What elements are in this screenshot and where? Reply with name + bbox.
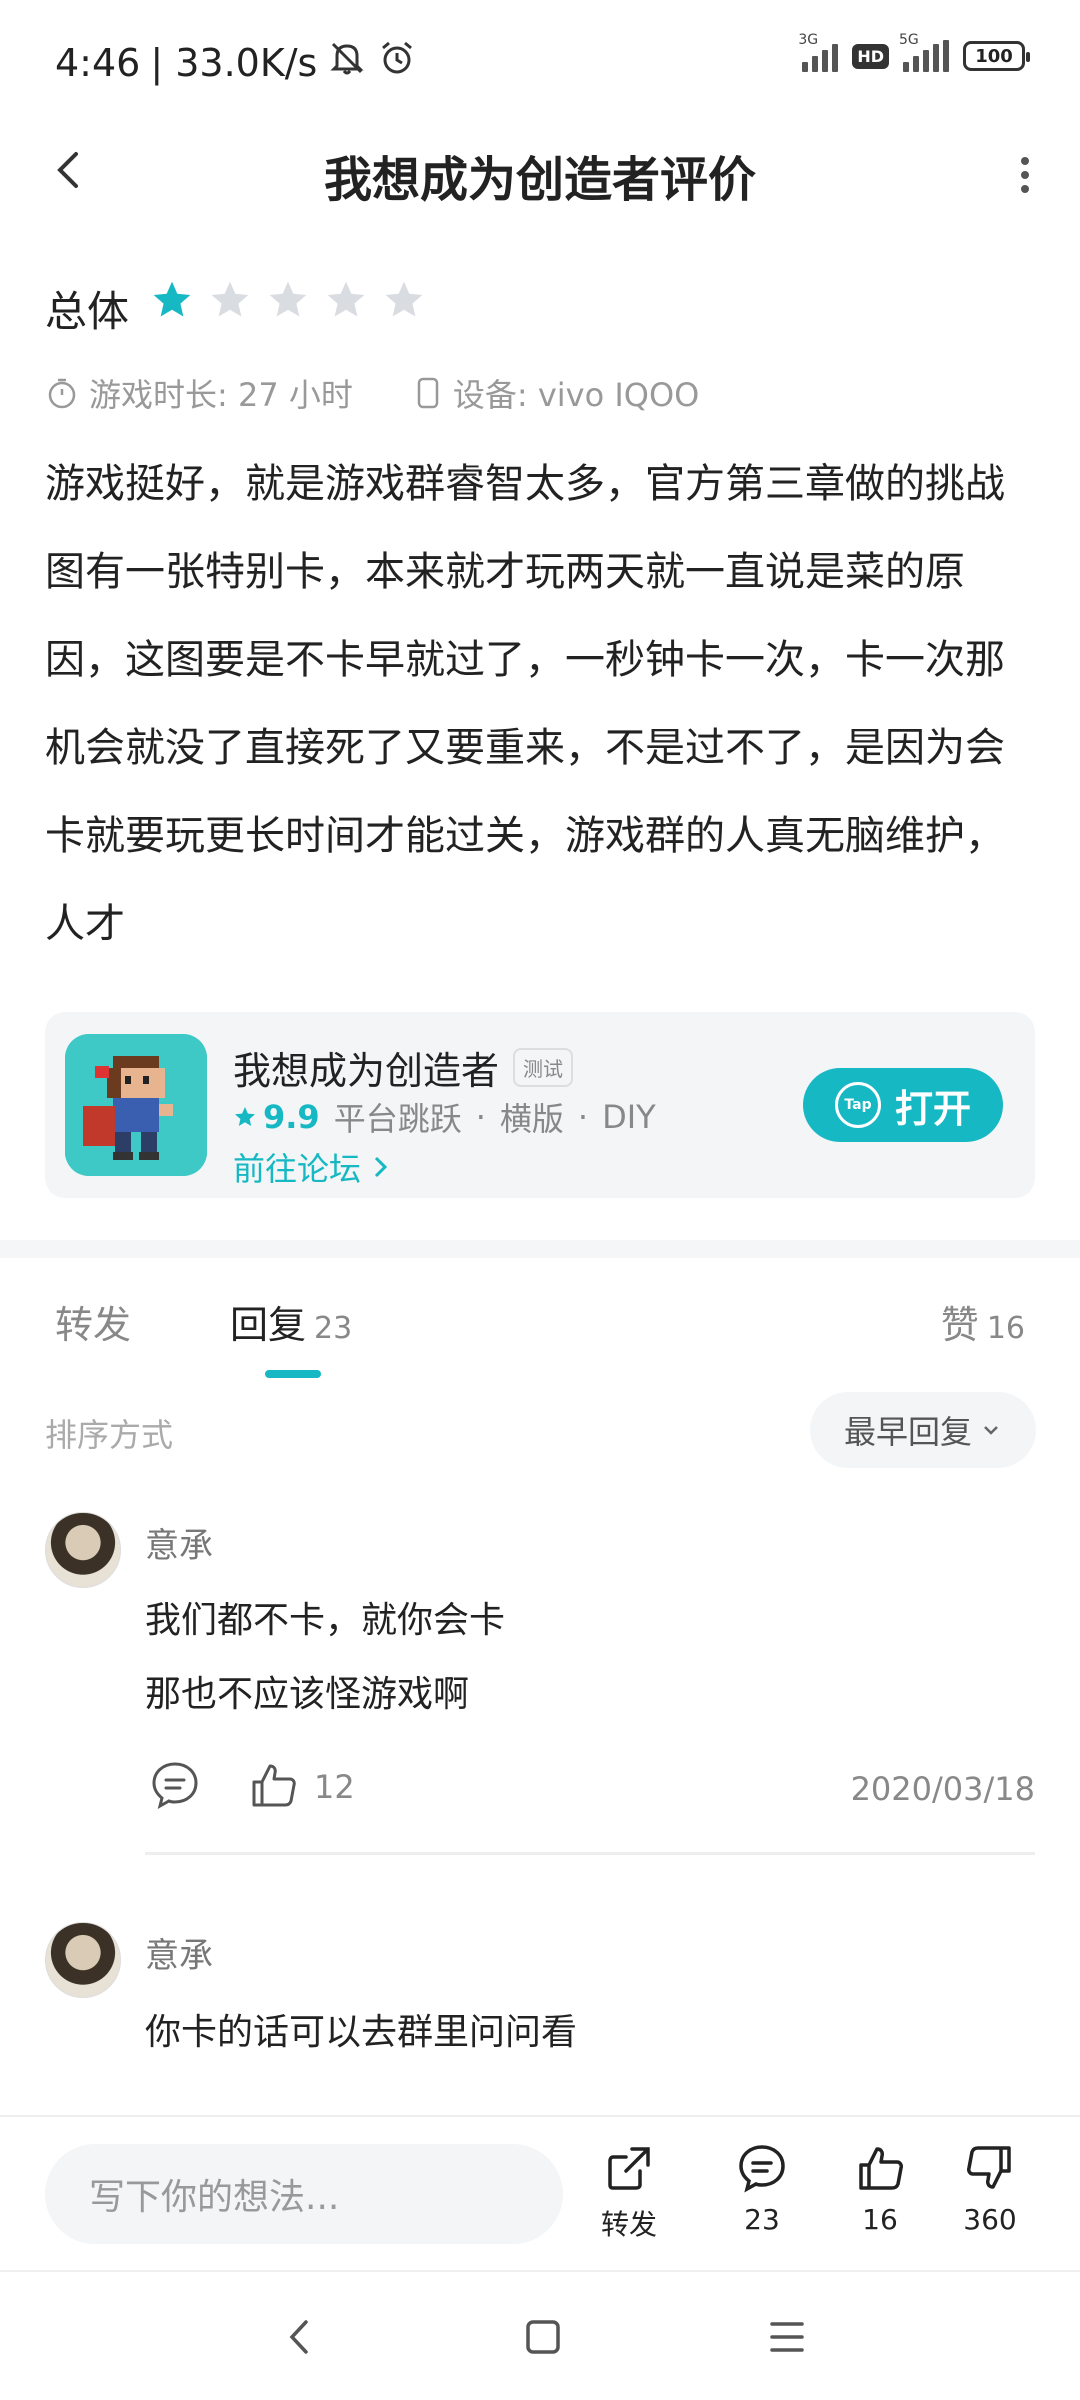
app-name: 我想成为创造者 [233, 1049, 500, 1093]
chevron-right-icon [375, 1156, 388, 1178]
dislike-button[interactable]: 360 [945, 2141, 1035, 2236]
star-icon [327, 281, 365, 317]
net-5g-label: 5G [899, 32, 919, 48]
tab-reply[interactable]: 回复 23 [230, 1294, 352, 1349]
signal-3g-icon: 3G [798, 32, 839, 72]
pixel-character-icon [65, 1034, 207, 1176]
tab-indicator [265, 1370, 321, 1378]
star-icon [385, 281, 423, 317]
nav-menu-button[interactable] [762, 2312, 812, 2366]
star-rating [150, 278, 426, 322]
mute-icon [327, 38, 367, 87]
comment-actions: 12 [148, 1758, 355, 1816]
status-bar: 4:46 | 33.0K/s 3G HD 5G 100 [0, 0, 1080, 120]
tab-forward[interactable]: 转发 [55, 1294, 131, 1349]
sort-value: 最早回复 [843, 1413, 972, 1451]
like-count: 12 [314, 1768, 355, 1806]
open-button-label: 打开 [894, 1086, 971, 1131]
app-tag: DIY [602, 1098, 656, 1136]
more-button[interactable] [1010, 145, 1040, 205]
nav-back-icon [289, 2320, 308, 2354]
review-meta: 游戏时长: 27 小时 设备: vivo IQOO [45, 370, 699, 416]
tap-icon: Tap [834, 1082, 881, 1128]
star-icon [269, 281, 307, 317]
nav-menu-icon [770, 2322, 804, 2352]
comment-line: 我们都不卡，就你会卡 [145, 1600, 506, 1641]
nav-home-icon [526, 2320, 560, 2354]
comment-line: 那也不应该怪游戏啊 [145, 1674, 470, 1715]
comment-icon [739, 2145, 785, 2193]
nav-back-button[interactable] [280, 2312, 320, 2366]
bottom-action-bar: 写下你的想法... 转发 23 16 360 [0, 2115, 1080, 2270]
app-meta: 9.9 平台跳跃 · 横版 · DIY [233, 1094, 656, 1140]
tab-like-label: 赞 [940, 1303, 979, 1347]
test-tag: 测试 [513, 1048, 574, 1087]
sort-label: 排序方式 [45, 1416, 174, 1454]
app-tag: 横版 [499, 1100, 564, 1138]
status-left: 4:46 | 33.0K/s [55, 38, 417, 87]
review-text: 游戏挺好，就是游戏群睿智太多，官方第三章做的挑战图有一张特别卡，本来就才玩两天就… [45, 461, 1005, 947]
chevron-down-icon [984, 1426, 998, 1435]
comment-author[interactable]: 意承 [145, 1518, 213, 1567]
app-score: 9.9 [233, 1098, 320, 1136]
section-divider [0, 1240, 1080, 1258]
status-speed: | 33.0K/s [150, 40, 318, 85]
status-time: 4:46 [55, 40, 141, 85]
app-name-row: 我想成为创造者 测试 [233, 1040, 574, 1095]
open-button[interactable]: Tap 打开 [803, 1068, 1003, 1142]
tab-like-count: 16 [986, 1311, 1025, 1346]
system-nav-bar [0, 2270, 1080, 2400]
forward-label: 转发 [600, 2208, 657, 2241]
more-vertical-icon [1021, 157, 1029, 193]
app-card[interactable]: 我想成为创造者 测试 9.9 平台跳跃 · 横版 · DIY 前往论坛 Tap … [45, 1012, 1035, 1198]
likes-count: 16 [862, 2203, 898, 2236]
like-button[interactable]: 16 [835, 2141, 925, 2236]
avatar[interactable] [45, 1922, 121, 1998]
comments-button[interactable]: 23 [717, 2141, 807, 2236]
alarm-icon [377, 38, 417, 87]
battery-icon: 100 [963, 41, 1030, 71]
tag-separator: · [475, 1098, 486, 1136]
like-icon[interactable] [246, 1758, 300, 1816]
sort-dropdown[interactable]: 最早回复 [810, 1392, 1036, 1468]
signal-5g-icon: 5G [899, 32, 949, 72]
tab-like[interactable]: 赞 16 [941, 1294, 1025, 1349]
avatar[interactable] [45, 1512, 121, 1588]
status-right: 3G HD 5G 100 [798, 32, 1030, 72]
comment-date: 2020/03/18 [850, 1770, 1035, 1808]
tab-reply-label: 回复 [230, 1303, 307, 1347]
star-icon [153, 281, 191, 317]
star-icon [211, 281, 249, 317]
battery-level: 100 [975, 45, 1013, 67]
play-time: 游戏时长: 27 小时 [89, 376, 353, 414]
app-score-value: 9.9 [263, 1098, 320, 1136]
device-icon [417, 377, 439, 409]
comments-count: 23 [744, 2203, 780, 2236]
star-icon [235, 1107, 255, 1126]
comment-line: 你卡的话可以去群里问问看 [145, 2012, 578, 2053]
nav-home-button[interactable] [518, 2312, 568, 2366]
thumbs-down-icon [967, 2146, 1011, 2189]
comment-author[interactable]: 意承 [145, 1928, 213, 1977]
dislikes-count: 360 [963, 2203, 1017, 2236]
comment-divider [145, 1852, 1035, 1855]
timer-icon [48, 378, 76, 409]
forum-link[interactable]: 前往论坛 [233, 1144, 391, 1190]
device-info: 设备: vivo IQOO [452, 376, 700, 414]
net-3g-label: 3G [798, 32, 819, 48]
thumbs-up-icon [859, 2147, 903, 2190]
forward-button[interactable]: 转发 [584, 2141, 674, 2243]
overall-label: 总体 [45, 287, 130, 336]
app-icon[interactable] [65, 1034, 207, 1176]
forum-link-label: 前往论坛 [233, 1150, 362, 1188]
reply-icon[interactable] [148, 1758, 202, 1816]
share-icon [608, 2147, 650, 2190]
app-tag: 平台跳跃 [333, 1100, 462, 1138]
page-title: 我想成为创造者评价 [323, 152, 756, 208]
hd-badge: HD [852, 43, 889, 69]
tag-separator: · [577, 1098, 589, 1136]
comment-input[interactable]: 写下你的想法... [45, 2144, 563, 2244]
tab-reply-count: 23 [314, 1311, 353, 1346]
